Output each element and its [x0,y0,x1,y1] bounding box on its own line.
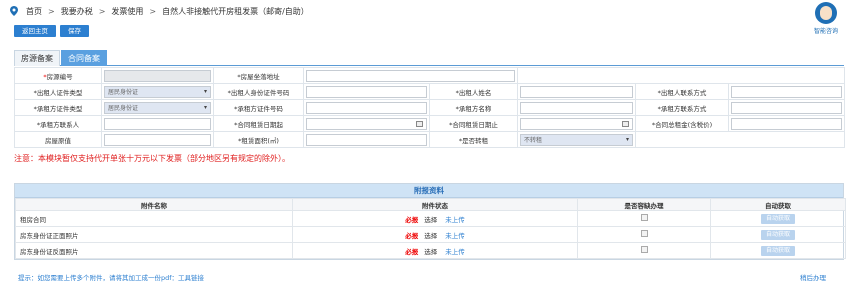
assistant-avatar-icon [815,2,837,24]
attachments-table: 附件名称 附件状态 是否容缺办理 自动获取 租房合同 必报 选择 未上传 自动获取 … [15,198,846,259]
auto-fetch-button[interactable]: 自动获取 [760,229,795,240]
tab-bar: 房源备案 合同备案 [14,50,844,66]
limit-notice: 注意：本模块暂仅支持代开单张十万元以下发票（部分地区另有规定的除外）。 [14,154,290,163]
contract-start-date-field[interactable] [306,117,427,130]
choose-file-button[interactable]: 选择 [424,216,437,224]
sublease-select[interactable]: 不转租 ▾ [520,133,633,146]
breadcrumb-separator: > [48,6,55,16]
tenant-contact-field[interactable] [731,101,843,114]
contract-form: *房源编号 *房屋坐落地址 *出租人证件类型 居民身份证 ▾ *出租人身份证件号码… [14,67,846,148]
tenant-name-field[interactable] [520,101,633,114]
breadcrumb-tax[interactable]: 我要办税 [61,6,93,17]
tenant-id-no-label: *承租方证件号码 [213,99,304,116]
contract-end-label: *合同租赁日期止 [429,115,518,132]
required-badge: 必报 [405,247,419,256]
tenant-id-type-select[interactable]: 居民身份证 ▾ [104,101,211,114]
tenant-name-label: *承租方名称 [429,99,518,116]
upload-status: 未上传 [445,231,465,240]
breadcrumb-separator: > [149,6,157,16]
breadcrumb-current: 自然人非接触代开房租发票（邮寄/自助） [162,6,309,16]
chevron-down-icon: ▾ [625,136,629,143]
lessor-id-no-label: *出租人身份证件号码 [213,83,304,100]
contract-total-field[interactable] [731,117,843,130]
tenant-contact-label: *承租方联系方式 [635,99,729,116]
house-no-label: *房源编号 [14,67,102,84]
sublease-label: *是否转租 [429,131,518,148]
contract-end-date-field[interactable] [520,117,633,130]
house-address-label: *房屋坐落地址 [213,67,304,84]
auto-fetch-button[interactable]: 自动获取 [760,213,795,224]
column-header: 附件状态 [292,198,578,211]
rent-area-label: *租赁面积(㎡) [213,131,304,148]
lessor-id-type-select[interactable]: 居民身份证 ▾ [104,85,211,98]
column-header: 附件名称 [15,198,293,211]
waiver-checkbox[interactable] [640,214,648,221]
upload-tip-text: 提示：如您需要上传多个附件，请将其加工成一份pdf： [18,274,179,282]
tenant-id-no-field[interactable] [306,101,427,114]
choose-file-button[interactable]: 选择 [424,248,437,256]
lessor-contact-field[interactable] [731,85,843,98]
attachments-title: 附报资料 [15,184,843,198]
attachments-panel: 附报资料 附件名称 附件状态 是否容缺办理 自动获取 租房合同 必报 选择 未上传 … [14,183,846,260]
breadcrumb: 首页 > 我要办税 > 发票使用 > 自然人非接触代开房租发票（邮寄/自助） [0,0,858,22]
auto-fetch-button[interactable]: 自动获取 [760,245,795,256]
house-orig-value-label: 房屋原值 [14,131,102,148]
attachment-name: 房东身份证反面照片 [15,242,293,259]
house-address-field[interactable] [306,69,515,82]
lessor-contact-label: *出租人联系方式 [635,83,729,100]
tenant-id-type-label: *承租方证件类型 [14,99,102,116]
table-row: 房东身份证反面照片 必报 选择 未上传 自动获取 [15,242,846,259]
column-header: 是否容缺办理 [577,198,711,211]
attachment-name: 房东身份证正面照片 [15,226,293,243]
required-badge: 必报 [405,215,419,224]
lessor-name-field[interactable] [520,85,633,98]
breadcrumb-home[interactable]: 首页 [26,6,42,17]
contract-total-label: *合同总租金(含税价) [635,115,729,132]
upload-tip: 提示：如您需要上传多个附件，请将其加工成一份pdf：工具链接 [18,272,204,282]
lessor-id-type-label: *出租人证件类型 [14,83,102,100]
smart-consult-label: 智能咨询 [813,28,838,35]
house-no-field [104,69,211,82]
table-row: 房东身份证正面照片 必报 选择 未上传 自动获取 [15,226,846,243]
required-badge: 必报 [405,231,419,240]
calendar-icon[interactable] [622,120,629,127]
chevron-down-icon: ▾ [203,104,207,111]
attachment-name: 租房合同 [15,210,293,227]
tab-house-record[interactable]: 房源备案 [14,50,60,66]
back-home-button[interactable]: 返回主页 [14,25,56,37]
waiver-checkbox[interactable] [640,230,648,237]
handle-later-link[interactable]: 稍后办理 [800,272,826,282]
location-pin-icon [10,6,18,16]
upload-status: 未上传 [445,215,465,224]
tab-contract-record[interactable]: 合同备案 [61,50,107,66]
calendar-icon[interactable] [416,120,423,127]
upload-status: 未上传 [445,247,465,256]
chevron-down-icon: ▾ [203,88,207,95]
tenant-contact-person-field[interactable] [104,117,211,130]
contract-start-label: *合同租赁日期起 [213,115,304,132]
smart-consult-button[interactable]: 智能咨询 [802,2,850,38]
waiver-checkbox[interactable] [640,246,648,253]
column-header: 自动获取 [710,198,846,211]
rent-area-field[interactable] [306,133,427,146]
house-orig-value-field[interactable] [104,133,211,146]
save-button[interactable]: 保存 [60,25,89,37]
tool-link[interactable]: 工具链接 [178,274,204,282]
toolbar: 返回主页 保存 [14,25,89,37]
table-row: 租房合同 必报 选择 未上传 自动获取 [15,210,846,227]
breadcrumb-invoice[interactable]: 发票使用 [111,6,143,17]
tenant-contact-person-label: *承租方联系人 [14,115,102,132]
lessor-id-no-field[interactable] [306,85,427,98]
lessor-name-label: *出租人姓名 [429,83,518,100]
breadcrumb-separator: > [98,6,106,16]
choose-file-button[interactable]: 选择 [424,232,437,240]
